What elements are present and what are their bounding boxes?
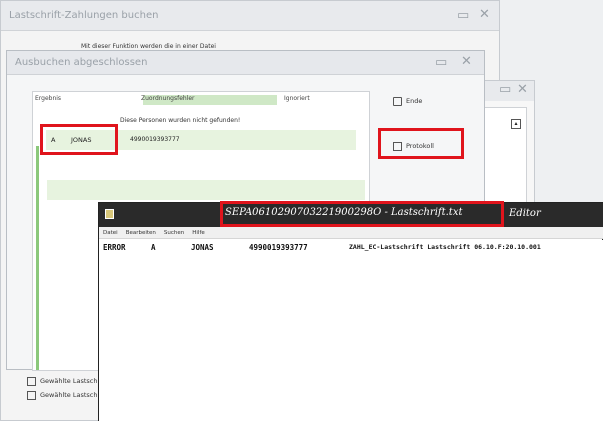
line-name: JONAS (191, 243, 214, 252)
row-number-text: 4990019393777 (130, 136, 180, 143)
scroll-up-icon[interactable]: ▴ (511, 119, 521, 129)
list-icon (27, 390, 36, 400)
info-text: Mit dieser Funktion werden die in einer … (81, 43, 216, 50)
not-found-message: Diese Personen wurden nicht gefunden! (120, 117, 241, 124)
line-status: ERROR (103, 243, 126, 252)
window-title: Ausbuchen abgeschlossen (15, 57, 148, 68)
minimize-icon[interactable]: ▭ (457, 9, 469, 23)
window-title: Lastschrift-Zahlungen buchen (9, 10, 159, 21)
editor-text-area[interactable]: ERROR A JONAS 4990019393777 ZAHL_EC-Last… (99, 240, 603, 422)
close-icon[interactable]: ✕ (461, 55, 472, 69)
end-button[interactable]: Ende (393, 93, 422, 109)
titlebar: Ausbuchen abgeschlossen ▭ ✕ (7, 51, 484, 75)
table-row[interactable] (47, 180, 365, 200)
exit-icon (393, 96, 402, 106)
col-ignored[interactable]: Ignoriert (284, 95, 310, 105)
highlight-protocol-box (378, 128, 464, 159)
menu-hilfe[interactable]: Hilfe (192, 230, 205, 236)
titlebar: Lastschrift-Zahlungen buchen ▭ ✕ (1, 1, 499, 31)
minimize-icon[interactable]: ▭ (435, 56, 447, 70)
highlight-title-box (220, 201, 504, 227)
menubar: Datei Bearbeiten Suchen Hilfe (99, 227, 603, 239)
col-error[interactable]: Zuordnungsfehler (141, 95, 195, 105)
close-icon[interactable]: ✕ (517, 83, 528, 97)
menu-bearbeiten[interactable]: Bearbeiten (126, 230, 156, 236)
list-icon (27, 376, 36, 386)
highlight-row-box (40, 124, 118, 155)
minimize-icon[interactable]: ▭ (499, 83, 511, 97)
line-detail: ZAHL_EC-Lastschrift Lastschrift 06.10.F:… (349, 243, 541, 251)
menu-datei[interactable]: Datei (103, 230, 118, 236)
line-initial: A (151, 243, 156, 252)
notepad-icon (105, 209, 114, 219)
line-number: 4990019393777 (249, 243, 308, 252)
close-icon[interactable]: ✕ (479, 8, 490, 22)
menu-suchen[interactable]: Suchen (164, 230, 184, 236)
editor-window: SEPA0610290703221900298O - Lastschrift.t… (98, 202, 603, 422)
row-indicator (36, 146, 39, 370)
col-result[interactable]: Ergebnis (35, 95, 61, 105)
editor-app-name: Editor (509, 208, 541, 219)
